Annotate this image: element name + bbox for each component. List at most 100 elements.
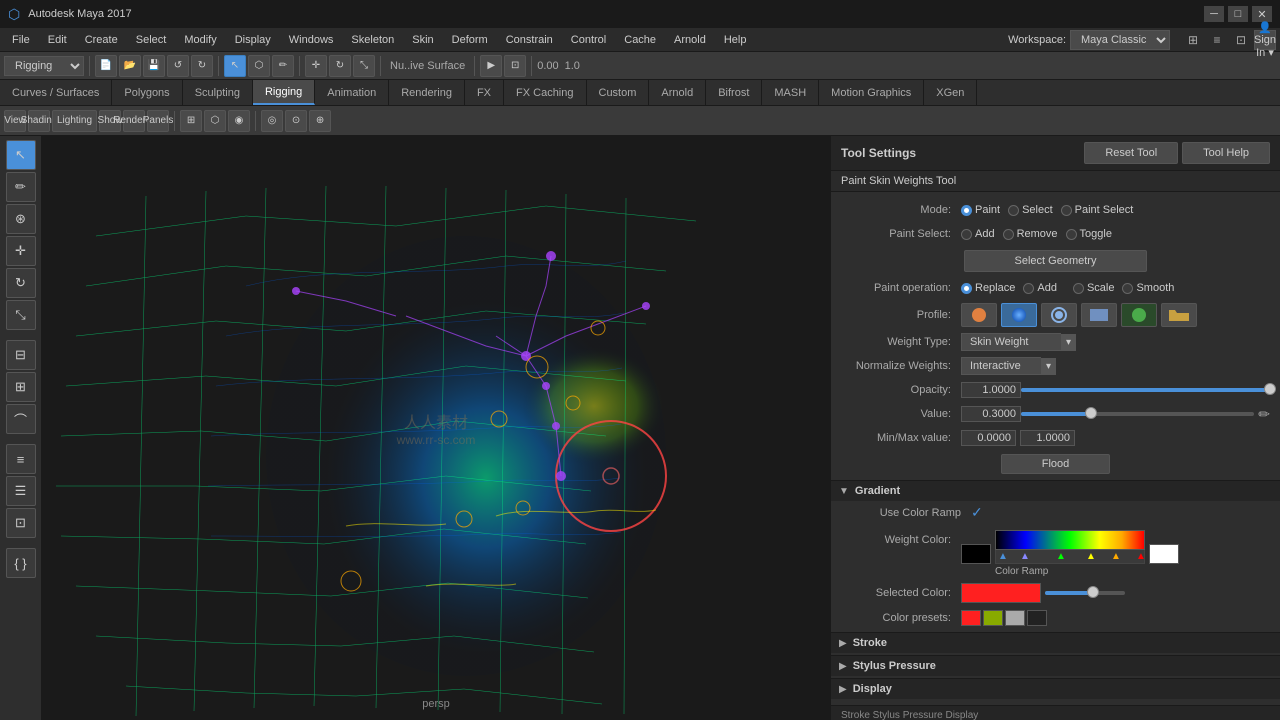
opacity-slider[interactable] (1021, 388, 1270, 392)
toolbar-icon-1[interactable]: ⊞ (1182, 30, 1204, 50)
gradient-section-header[interactable]: ▼ Gradient (831, 480, 1280, 501)
mode-select[interactable]: Select (1008, 204, 1053, 216)
menu-skeleton[interactable]: Skeleton (343, 32, 402, 48)
pencil-icon[interactable]: ✏ (1258, 406, 1270, 423)
profile-btn-3[interactable] (1041, 303, 1077, 327)
select-tool-btn[interactable]: ↖ (224, 55, 246, 77)
stylus-section-header[interactable]: ▶ Stylus Pressure (831, 655, 1280, 676)
grid-btn[interactable]: ⊞ (180, 110, 202, 132)
ps-add-radio[interactable] (961, 229, 972, 240)
tool-help-btn[interactable]: Tool Help (1182, 142, 1270, 164)
opacity-input[interactable] (961, 382, 1021, 398)
lasso-btn[interactable]: ⬡ (248, 55, 270, 77)
tab-rendering[interactable]: Rendering (389, 80, 465, 105)
save-scene-btn[interactable]: 💾 (143, 55, 165, 77)
renderer-menu-btn[interactable]: Renderer (123, 110, 145, 132)
menu-modify[interactable]: Modify (176, 32, 224, 48)
profile-btn-4[interactable] (1081, 303, 1117, 327)
tab-custom[interactable]: Custom (587, 80, 650, 105)
ps-remove[interactable]: Remove (1003, 228, 1058, 240)
op-scale[interactable]: Scale (1073, 282, 1115, 294)
preset-dark[interactable] (1027, 610, 1047, 626)
op-replace[interactable]: Replace (961, 282, 1015, 294)
tab-bifrost[interactable]: Bifrost (706, 80, 762, 105)
stroke-section-header[interactable]: ▶ Stroke (831, 632, 1280, 653)
menu-display[interactable]: Display (227, 32, 279, 48)
profile-btn-5[interactable] (1121, 303, 1157, 327)
paint-btn[interactable]: ✏ (272, 55, 294, 77)
shading-menu-btn[interactable]: Shading (28, 110, 50, 132)
toolbar-icon-2[interactable]: ≡ (1206, 30, 1228, 50)
weight-type-arrow[interactable]: ▾ (1061, 334, 1076, 351)
workspace-mode-select[interactable]: Rigging (4, 56, 84, 76)
scale-btn[interactable]: ⤡ (353, 55, 375, 77)
profile-btn-1[interactable] (961, 303, 997, 327)
selected-color-swatch[interactable] (961, 583, 1041, 603)
wireframe-btn[interactable]: ⬡ (204, 110, 226, 132)
toolbar-icon-3[interactable]: ⊡ (1230, 30, 1252, 50)
tab-curves[interactable]: Curves / Surfaces (0, 80, 112, 105)
max-input[interactable] (1020, 430, 1075, 446)
min-input[interactable] (961, 430, 1016, 446)
cam-btn2[interactable]: ⊙ (285, 110, 307, 132)
lighting-menu-btn[interactable]: Lighting (52, 110, 97, 132)
mode-paint[interactable]: Paint (961, 204, 1000, 216)
tab-fx[interactable]: FX (465, 80, 504, 105)
rotate-btn[interactable]: ↻ (329, 55, 351, 77)
display-section-header[interactable]: ▶ Display (831, 678, 1280, 699)
paint-mode-btn[interactable]: ✏ (6, 172, 36, 202)
viewport[interactable]: 人人素材 www.rr-sc.com persp (42, 136, 830, 720)
op-replace-radio[interactable] (961, 283, 972, 294)
workspace-dropdown[interactable]: Maya Classic (1070, 30, 1170, 50)
opacity-track[interactable] (1021, 388, 1270, 392)
mode-paint-select[interactable]: Paint Select (1061, 204, 1134, 216)
menu-file[interactable]: File (4, 32, 38, 48)
op-scale-radio[interactable] (1073, 283, 1084, 294)
profile-btn-folder[interactable] (1161, 303, 1197, 327)
preset-olive[interactable] (983, 610, 1003, 626)
outliner-btn[interactable]: ≡ (6, 444, 36, 474)
use-color-ramp-check[interactable]: ✓ (971, 504, 983, 521)
tab-rigging[interactable]: Rigging (253, 80, 315, 105)
select-geometry-btn[interactable]: Select Geometry (964, 250, 1148, 272)
normalize-arrow-btn[interactable]: ▾ (1041, 358, 1056, 375)
selected-thumb[interactable] (1087, 586, 1099, 598)
show-manip-btn[interactable]: ⊟ (6, 340, 36, 370)
sign-in-btn[interactable]: 👤 Sign In ▾ (1254, 30, 1276, 50)
menu-windows[interactable]: Windows (281, 32, 342, 48)
open-scene-btn[interactable]: 📂 (119, 55, 141, 77)
script-editor-btn[interactable]: { } (6, 548, 36, 578)
scale-tool-btn[interactable]: ⤡ (6, 300, 36, 330)
menu-deform[interactable]: Deform (444, 32, 496, 48)
select-mode-btn[interactable]: ↖ (6, 140, 36, 170)
redo-btn[interactable]: ↻ (191, 55, 213, 77)
rotate-tool-btn[interactable]: ↻ (6, 268, 36, 298)
attr-editor-btn[interactable]: ⊡ (6, 508, 36, 538)
selected-slider[interactable] (1045, 591, 1125, 595)
mode-select-radio[interactable] (1008, 205, 1019, 216)
maximize-btn[interactable]: □ (1228, 6, 1248, 22)
tab-arnold[interactable]: Arnold (649, 80, 706, 105)
cam-btn1[interactable]: ◎ (261, 110, 283, 132)
preset-gray[interactable] (1005, 610, 1025, 626)
value-slider[interactable] (1021, 412, 1254, 416)
ps-toggle[interactable]: Toggle (1066, 228, 1112, 240)
cam-btn3[interactable]: ⊕ (309, 110, 331, 132)
menu-cache[interactable]: Cache (616, 32, 664, 48)
snap-curve-btn[interactable]: ⌒ (6, 404, 36, 434)
opacity-thumb[interactable] (1264, 383, 1276, 395)
tab-polygons[interactable]: Polygons (112, 80, 182, 105)
value-input[interactable] (961, 406, 1021, 422)
ps-remove-radio[interactable] (1003, 229, 1014, 240)
tab-animation[interactable]: Animation (315, 80, 389, 105)
move-tool-btn[interactable]: ✛ (6, 236, 36, 266)
black-swatch[interactable] (961, 544, 991, 564)
mode-paint-radio[interactable] (961, 205, 972, 216)
new-scene-btn[interactable]: 📄 (95, 55, 117, 77)
menu-select[interactable]: Select (128, 32, 175, 48)
menu-control[interactable]: Control (563, 32, 614, 48)
undo-btn[interactable]: ↺ (167, 55, 189, 77)
channel-box-btn[interactable]: ☰ (6, 476, 36, 506)
op-smooth[interactable]: Smooth (1122, 282, 1174, 294)
tab-motion-graphics[interactable]: Motion Graphics (819, 80, 924, 105)
